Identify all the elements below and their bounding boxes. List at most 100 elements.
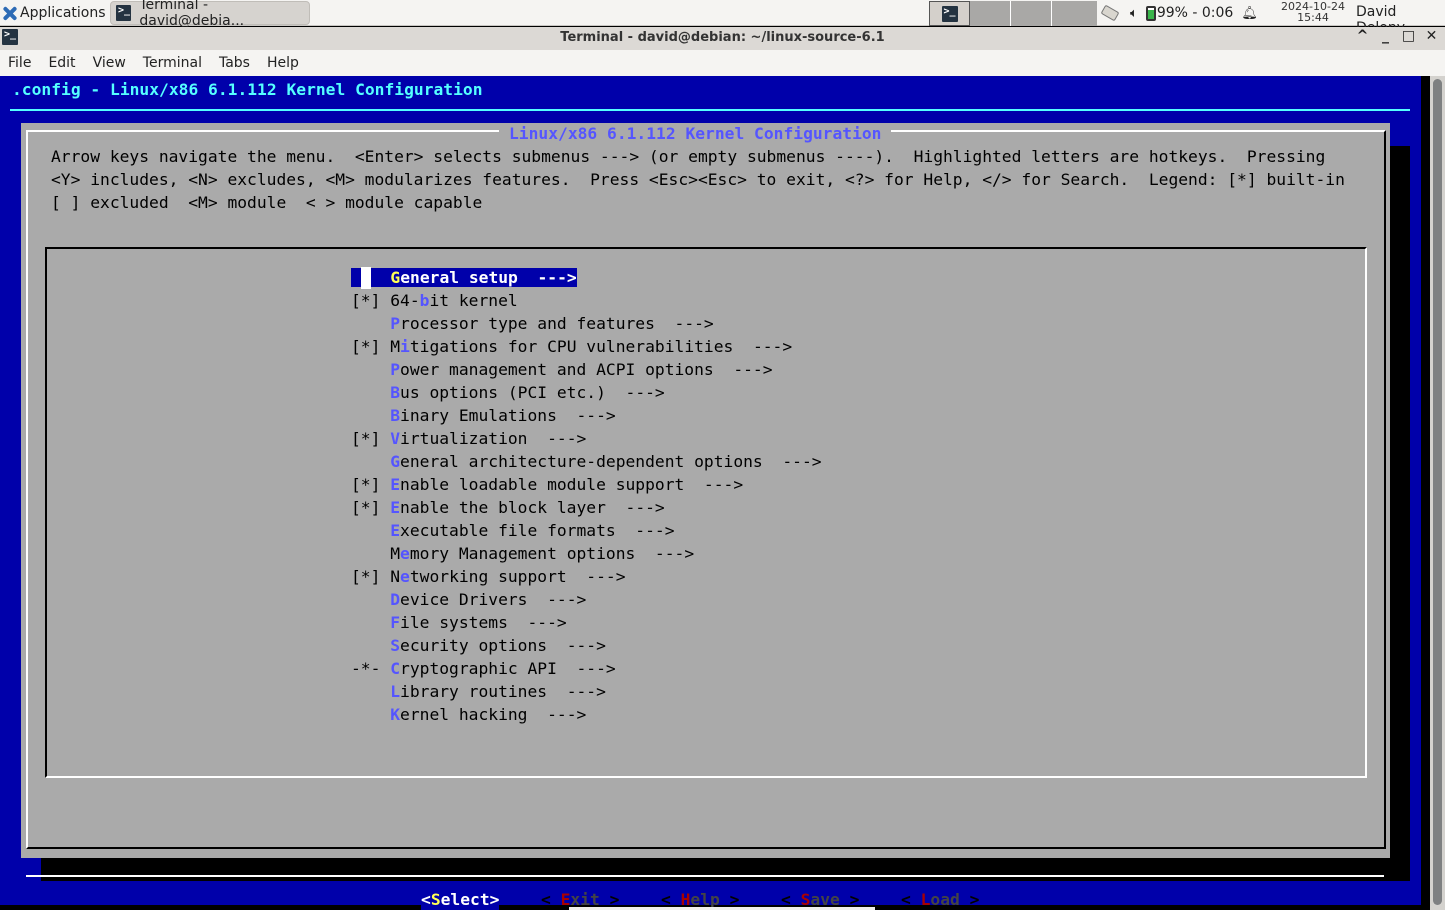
- menu-item-hotkey: L: [390, 682, 401, 701]
- menu-item-text: tworking support: [409, 567, 567, 586]
- menu-view[interactable]: View: [93, 55, 126, 71]
- menu-tabs[interactable]: Tabs: [219, 55, 250, 71]
- menu-item-state[interactable]: [*]: [351, 291, 380, 310]
- vertical-scrollbar[interactable]: [1430, 76, 1445, 910]
- menu-item-hotkey: K: [390, 705, 401, 724]
- minimize-window-button[interactable]: _: [1378, 28, 1393, 44]
- menu-help[interactable]: Help: [267, 55, 299, 71]
- menu-item-state[interactable]: [351, 682, 380, 701]
- menu-terminal[interactable]: Terminal: [143, 55, 202, 71]
- menu-item-state[interactable]: [351, 590, 380, 609]
- menu-item[interactable]: [*] 64-bit kernel: [351, 290, 518, 312]
- menu-item-prefix: 64-: [390, 291, 420, 310]
- menu-item-state[interactable]: [351, 406, 380, 425]
- applications-menu-button[interactable]: Applications ⋮: [2, 3, 121, 23]
- menu-item-state[interactable]: [351, 452, 380, 471]
- workspace-switcher: >_: [929, 1, 1097, 26]
- network-icon[interactable]: [1100, 6, 1120, 20]
- menu-item-text: mory Management options: [409, 544, 636, 563]
- menu-item-state[interactable]: [*]: [351, 429, 380, 448]
- button-hotkey: L: [920, 890, 931, 909]
- menu-item-hotkey: G: [390, 268, 401, 287]
- menu-item-state[interactable]: [*]: [351, 567, 380, 586]
- menu-item-state[interactable]: -*-: [351, 659, 380, 678]
- window-titlebar[interactable]: >_ Terminal - david@debian: ~/linux-sour…: [0, 27, 1445, 50]
- menu-item[interactable]: [*] Enable the block layer --->: [351, 497, 665, 519]
- close-window-button[interactable]: ✕: [1424, 28, 1439, 44]
- menu-item-state[interactable]: [351, 544, 380, 563]
- terminal-area[interactable]: .config - Linux/x86 6.1.112 Kernel Confi…: [0, 76, 1421, 910]
- menu-item[interactable]: General architecture-dependent options -…: [351, 451, 822, 473]
- menu-item-label: Binary Emulations --->: [390, 406, 615, 425]
- menu-item-state[interactable]: [*]: [351, 498, 380, 517]
- menu-item[interactable]: General setup --->: [351, 267, 577, 289]
- menu-item-state[interactable]: [351, 360, 380, 379]
- menu-item[interactable]: Kernel hacking --->: [351, 704, 586, 726]
- submenu-arrow: --->: [713, 360, 773, 379]
- menu-item-state[interactable]: [351, 613, 380, 632]
- workspace-3[interactable]: [1011, 1, 1052, 26]
- workspace-2[interactable]: [970, 1, 1011, 26]
- menu-item-hotkey: e: [400, 544, 410, 563]
- scrollbar-thumb[interactable]: [1433, 79, 1442, 905]
- menu-item-text: tigations for CPU vulnerabilities: [409, 337, 734, 356]
- maximize-window-button[interactable]: □: [1401, 28, 1416, 44]
- menu-item[interactable]: Binary Emulations --->: [351, 405, 615, 427]
- menu-item[interactable]: Executable file formats --->: [351, 520, 674, 542]
- menu-item-label: Executable file formats --->: [390, 521, 674, 540]
- applications-label: Applications: [20, 5, 106, 21]
- volume-icon[interactable]: 🔈︎: [1130, 6, 1138, 21]
- menu-item[interactable]: Device Drivers --->: [351, 589, 586, 611]
- menu-item-state[interactable]: [351, 383, 380, 402]
- menu-item-hotkey: e: [400, 567, 410, 586]
- menu-item[interactable]: Security options --->: [351, 635, 606, 657]
- help-text-line-3: [ ] excluded <M> module < > module capab…: [51, 193, 483, 212]
- submenu-arrow: --->: [605, 383, 665, 402]
- menu-item-state[interactable]: [351, 636, 380, 655]
- button-rest: elect: [440, 890, 490, 909]
- menu-item-hotkey: P: [390, 314, 401, 333]
- shade-window-button[interactable]: ^: [1355, 28, 1370, 44]
- menu-item[interactable]: File systems --->: [351, 612, 566, 634]
- menu-item-hotkey: E: [390, 475, 401, 494]
- battery-icon[interactable]: [1145, 5, 1156, 21]
- menu-item-state[interactable]: [351, 521, 380, 540]
- menu-item[interactable]: Processor type and features --->: [351, 313, 714, 335]
- menu-file[interactable]: File: [8, 55, 31, 71]
- menu-item[interactable]: -*- Cryptographic API --->: [351, 658, 616, 680]
- menu-item-hotkey: S: [390, 636, 401, 655]
- taskbar-terminal-label: Terminal - david@debia...: [139, 0, 245, 29]
- workspace-1[interactable]: >_: [929, 1, 970, 26]
- menu-edit[interactable]: Edit: [48, 55, 75, 71]
- menu-item[interactable]: [*] Enable loadable module support --->: [351, 474, 743, 496]
- menu-item[interactable]: Power management and ACPI options --->: [351, 359, 773, 381]
- submenu-arrow: --->: [762, 452, 822, 471]
- workspace-4[interactable]: [1052, 1, 1097, 26]
- menu-item[interactable]: Memory Management options --->: [351, 543, 694, 565]
- load-button[interactable]: < Load >: [901, 889, 979, 910]
- select-button[interactable]: <Select>: [421, 889, 500, 910]
- window-title: Terminal - david@debian: ~/linux-source-…: [560, 30, 885, 45]
- menu-item-state[interactable]: [*]: [351, 475, 380, 494]
- menu-item-label: General setup --->: [390, 268, 577, 287]
- menu-item-state[interactable]: [351, 314, 380, 333]
- menu-item[interactable]: Bus options (PCI etc.) --->: [351, 382, 665, 404]
- menu-item[interactable]: [*] Networking support --->: [351, 566, 626, 588]
- button-separator: [26, 875, 1388, 877]
- menu-item-text: nable loadable module support: [400, 475, 685, 494]
- menu-item-state[interactable]: [*]: [351, 337, 380, 356]
- menu-item-label: Networking support --->: [390, 567, 625, 586]
- menubar: File Edit View Terminal Tabs Help: [0, 50, 1445, 76]
- menu-item[interactable]: Library routines --->: [351, 681, 606, 703]
- menu-item-hotkey: B: [390, 383, 401, 402]
- terminal-icon: >_: [116, 5, 132, 21]
- menu-item[interactable]: [*] Mitigations for CPU vulnerabilities …: [351, 336, 792, 358]
- taskbar-terminal-button[interactable]: >_ Terminal - david@debia...: [110, 0, 310, 29]
- menu-item[interactable]: [*] Virtualization --->: [351, 428, 586, 450]
- notification-bell-icon[interactable]: 🔔︎: [1241, 6, 1258, 21]
- menu-item-hotkey: B: [390, 406, 401, 425]
- menu-item-state[interactable]: [351, 705, 380, 724]
- clock[interactable]: 2024-10-24 15:44: [1281, 1, 1345, 23]
